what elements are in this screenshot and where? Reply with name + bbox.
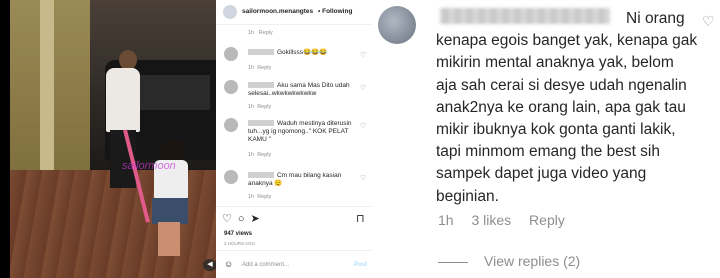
share-icon[interactable]: ➤	[251, 213, 260, 225]
comment-text: Gokillsss😂😂😂	[248, 49, 362, 57]
avatar[interactable]	[224, 47, 238, 61]
zoomed-comment: Ni orang kenapa egois banget yak, kenapa…	[372, 0, 720, 278]
comment-meta: 1h Reply	[248, 104, 272, 110]
views-count[interactable]: 947 views	[224, 231, 252, 237]
comment-meta: 1h Reply	[248, 194, 272, 200]
comment-meta: 1h Reply	[248, 65, 272, 71]
following-button[interactable]: • Following	[318, 8, 352, 15]
action-bar: ♡ ○ ➤	[222, 212, 266, 225]
heart-icon[interactable]: ♡	[360, 51, 366, 59]
like-icon[interactable]: ♡	[222, 213, 232, 225]
post-button[interactable]: Post	[354, 262, 367, 268]
view-replies-label: View replies (2)	[484, 253, 581, 269]
mute-icon[interactable]: ◀	[203, 259, 216, 271]
avatar[interactable]	[224, 118, 238, 132]
child-legs	[158, 222, 180, 256]
comment-icon[interactable]: ○	[238, 213, 245, 225]
username-link[interactable]: sailormoon.menangtes	[242, 8, 313, 15]
avatar[interactable]	[378, 6, 416, 44]
heart-icon[interactable]: ♡	[702, 13, 715, 30]
reply-link[interactable]: Reply	[257, 152, 271, 158]
emoji-icon[interactable]: ☺	[224, 259, 233, 269]
avatar[interactable]	[223, 5, 237, 19]
divider	[438, 261, 468, 263]
heart-icon[interactable]: ♡	[360, 84, 366, 92]
blurred-username	[248, 120, 274, 127]
avatar[interactable]	[224, 80, 238, 94]
comment-text: Ni orang kenapa egois banget yak, kenapa…	[436, 10, 698, 205]
reply-link[interactable]: Reply	[529, 212, 565, 228]
divider	[216, 250, 396, 251]
reply-link[interactable]: Reply	[257, 65, 271, 71]
divider	[216, 206, 396, 207]
comment-age: 1h	[438, 212, 454, 228]
caption-reply[interactable]: Reply	[259, 30, 273, 36]
post-media-panel: sailormoon ◀ sailormoon.menangtes • Foll…	[0, 0, 396, 278]
comment-likes[interactable]: 3 likes	[471, 212, 511, 228]
heart-icon[interactable]: ♡	[360, 174, 366, 182]
door-frame	[40, 0, 54, 190]
bookmark-icon[interactable]: ⊓	[356, 212, 365, 225]
man-shirt	[106, 68, 140, 132]
video-frame[interactable]: sailormoon ◀	[10, 0, 216, 278]
reply-link[interactable]: Reply	[257, 194, 271, 200]
watermark: sailormoon	[122, 160, 176, 172]
comment-meta: 1h Reply	[248, 152, 272, 158]
caption-age: 1h	[248, 30, 255, 36]
comment-input[interactable]: Add a comment...	[242, 262, 289, 268]
caption-meta: 1h Reply	[248, 30, 273, 36]
heart-icon[interactable]: ♡	[360, 122, 366, 130]
post-header: sailormoon.menangtes • Following •••	[216, 0, 396, 25]
comment-text: Cm mau bilang kasian anaknya 😟	[248, 172, 342, 187]
avatar[interactable]	[224, 170, 238, 184]
man-head	[119, 50, 137, 70]
instagram-post-panel: sailormoon.menangtes • Following ••• 1h …	[216, 0, 396, 278]
following-label: Following	[322, 8, 353, 15]
comment-meta: 1h 3 likes Reply	[438, 212, 579, 228]
blurred-username	[248, 49, 274, 56]
timestamp: 2 HOURS AGO	[224, 241, 256, 246]
child-shorts	[152, 198, 188, 224]
comment-text: Aku sama Mas Dito udah selesai..wkwkwkwk…	[248, 82, 350, 97]
comment-text: Waduh mestinya diterusin tuh...yg ig ngo…	[248, 120, 352, 143]
reply-link[interactable]: Reply	[257, 104, 271, 110]
blurred-username	[248, 82, 274, 89]
view-replies-button[interactable]: View replies (2)	[438, 253, 580, 269]
blurred-username	[248, 172, 274, 179]
